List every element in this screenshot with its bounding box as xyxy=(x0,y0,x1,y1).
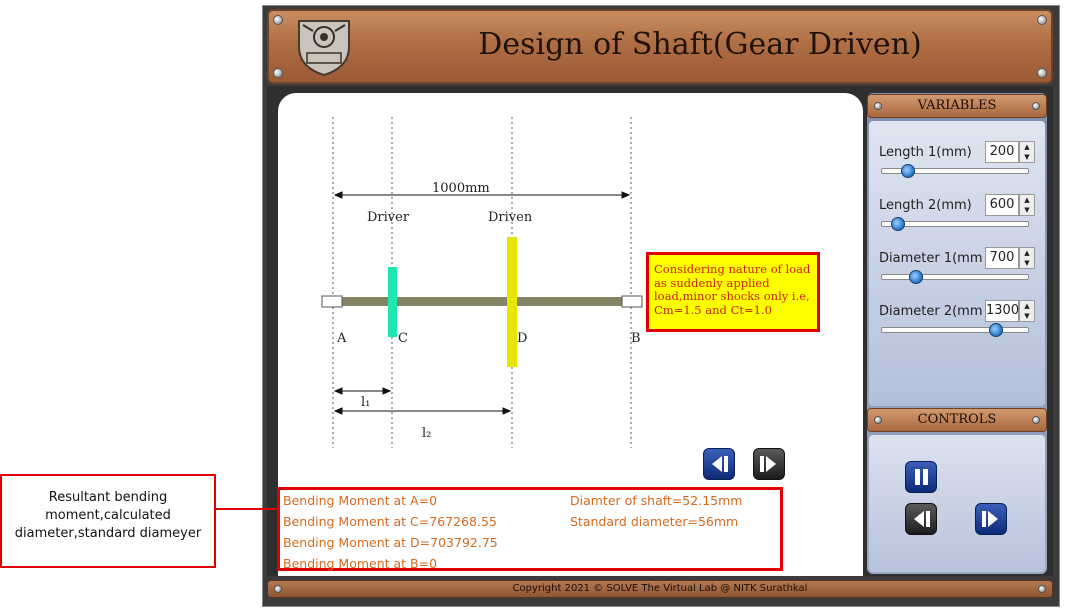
driven-label: Driven xyxy=(488,210,533,225)
l2-label: l₂ xyxy=(422,426,431,441)
reference-lines xyxy=(332,117,632,448)
point-d-label: D xyxy=(517,331,527,346)
arrow-head-icon xyxy=(333,387,343,395)
driven-gear xyxy=(507,237,517,367)
bending-moment-d: Bending Moment at D=703792.75 xyxy=(283,535,498,550)
shaft xyxy=(340,297,624,306)
point-b-label: B xyxy=(631,331,641,346)
callout-connector xyxy=(216,508,277,510)
l1-label: l₁ xyxy=(361,395,370,410)
shaft-diameter: Diamter of shaft=52.15mm xyxy=(570,493,743,508)
point-c-label: C xyxy=(398,331,408,346)
driver-gear xyxy=(388,267,397,337)
driver-label: Driver xyxy=(367,210,410,225)
canvas-previous-button[interactable] xyxy=(703,448,735,480)
canvas-next-button[interactable] xyxy=(753,448,785,480)
load-note: Considering nature of load as suddenly a… xyxy=(646,252,820,332)
step-back-icon xyxy=(712,456,728,472)
arrow-head-icon xyxy=(382,387,392,395)
point-a-label: A xyxy=(336,331,347,346)
arrow-head-icon xyxy=(333,191,343,199)
total-length-label: 1000mm xyxy=(432,181,490,196)
bending-moment-c: Bending Moment at C=767268.55 xyxy=(283,514,497,529)
results-panel: Bending Moment at A=0 Bending Moment at … xyxy=(277,487,783,571)
standard-diameter: Standard diameter=56mm xyxy=(570,514,739,529)
bending-moment-b: Bending Moment at B=0 xyxy=(283,556,438,571)
results-callout: Resultant bending moment,calculated diam… xyxy=(0,474,216,568)
arrow-head-icon xyxy=(502,407,512,415)
arrow-head-icon xyxy=(333,407,343,415)
bearing-b xyxy=(621,295,643,308)
bearing-a xyxy=(321,295,343,308)
arrow-head-icon xyxy=(621,191,631,199)
bending-moment-a: Bending Moment at A=0 xyxy=(283,493,438,508)
step-forward-icon xyxy=(760,456,776,472)
